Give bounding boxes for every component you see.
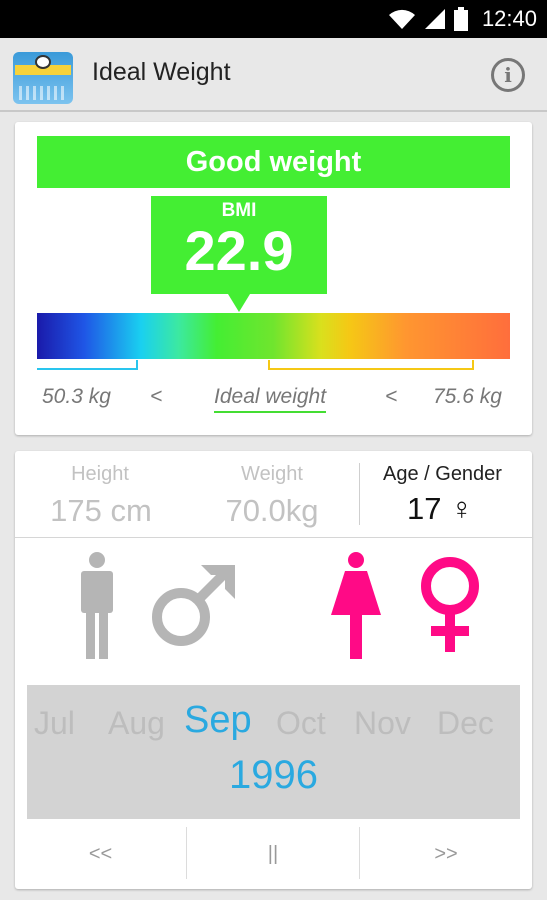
app-title: Ideal Weight	[92, 58, 231, 86]
weight-value[interactable]: 70.0kg	[211, 493, 333, 529]
bmi-result-card: Good weight BMI 22.9 50.3 kg < Ideal wei…	[15, 122, 532, 435]
high-weight-value: 75.6 kg	[433, 385, 502, 408]
battery-icon	[453, 7, 468, 31]
month-option[interactable]: Oct	[276, 705, 326, 742]
weight-status-banner: Good weight	[37, 136, 510, 188]
next-button[interactable]: >>	[360, 829, 532, 879]
month-option[interactable]: Nov	[354, 705, 411, 742]
low-weight-value: 50.3 kg	[42, 385, 111, 408]
female-figure-icon[interactable]	[329, 551, 383, 661]
app-logo-icon[interactable]	[13, 52, 73, 104]
month-option[interactable]: Aug	[108, 705, 165, 742]
less-than-sign: <	[150, 385, 163, 408]
wifi-icon	[388, 9, 415, 29]
column-divider	[359, 463, 360, 525]
signal-icon	[424, 9, 445, 29]
male-figure-icon[interactable]	[77, 551, 117, 661]
weight-label: Weight	[241, 463, 303, 485]
male-symbol-icon[interactable]	[149, 563, 237, 649]
input-card: Height 175 cm Weight 70.0kg Age / Gender…	[15, 451, 532, 889]
clock-time: 12:40	[481, 6, 537, 31]
info-icon[interactable]: i	[491, 58, 525, 92]
year-value[interactable]: 1996	[27, 753, 520, 798]
high-range-bracket	[268, 360, 474, 370]
month-option-selected[interactable]: Sep	[184, 699, 252, 742]
bmi-value: 22.9	[184, 219, 294, 282]
month-option[interactable]: Jul	[34, 705, 75, 742]
bmi-pointer	[228, 294, 250, 312]
system-status-bar: 12:40	[0, 0, 547, 38]
age-gender-value[interactable]: 17 ♀	[407, 491, 473, 527]
previous-button[interactable]: <<	[15, 829, 186, 879]
bmi-callout: BMI 22.9	[151, 196, 327, 294]
low-range-bracket	[37, 360, 138, 370]
less-than-sign: <	[385, 385, 398, 408]
birth-date-picker[interactable]: Jul Aug Sep Oct Nov Dec 1996	[27, 685, 520, 819]
ideal-weight-link[interactable]: Ideal weight	[214, 385, 327, 413]
action-bar: Ideal Weight i	[0, 38, 547, 112]
month-option[interactable]: Dec	[437, 705, 494, 742]
height-value[interactable]: 175 cm	[35, 493, 167, 529]
female-symbol-icon[interactable]	[417, 556, 483, 656]
age-gender-label: Age / Gender	[383, 463, 502, 485]
height-label: Height	[71, 463, 129, 485]
pause-button[interactable]: ||	[187, 829, 359, 879]
row-divider	[15, 537, 532, 538]
bmi-scale-gradient	[37, 313, 510, 359]
